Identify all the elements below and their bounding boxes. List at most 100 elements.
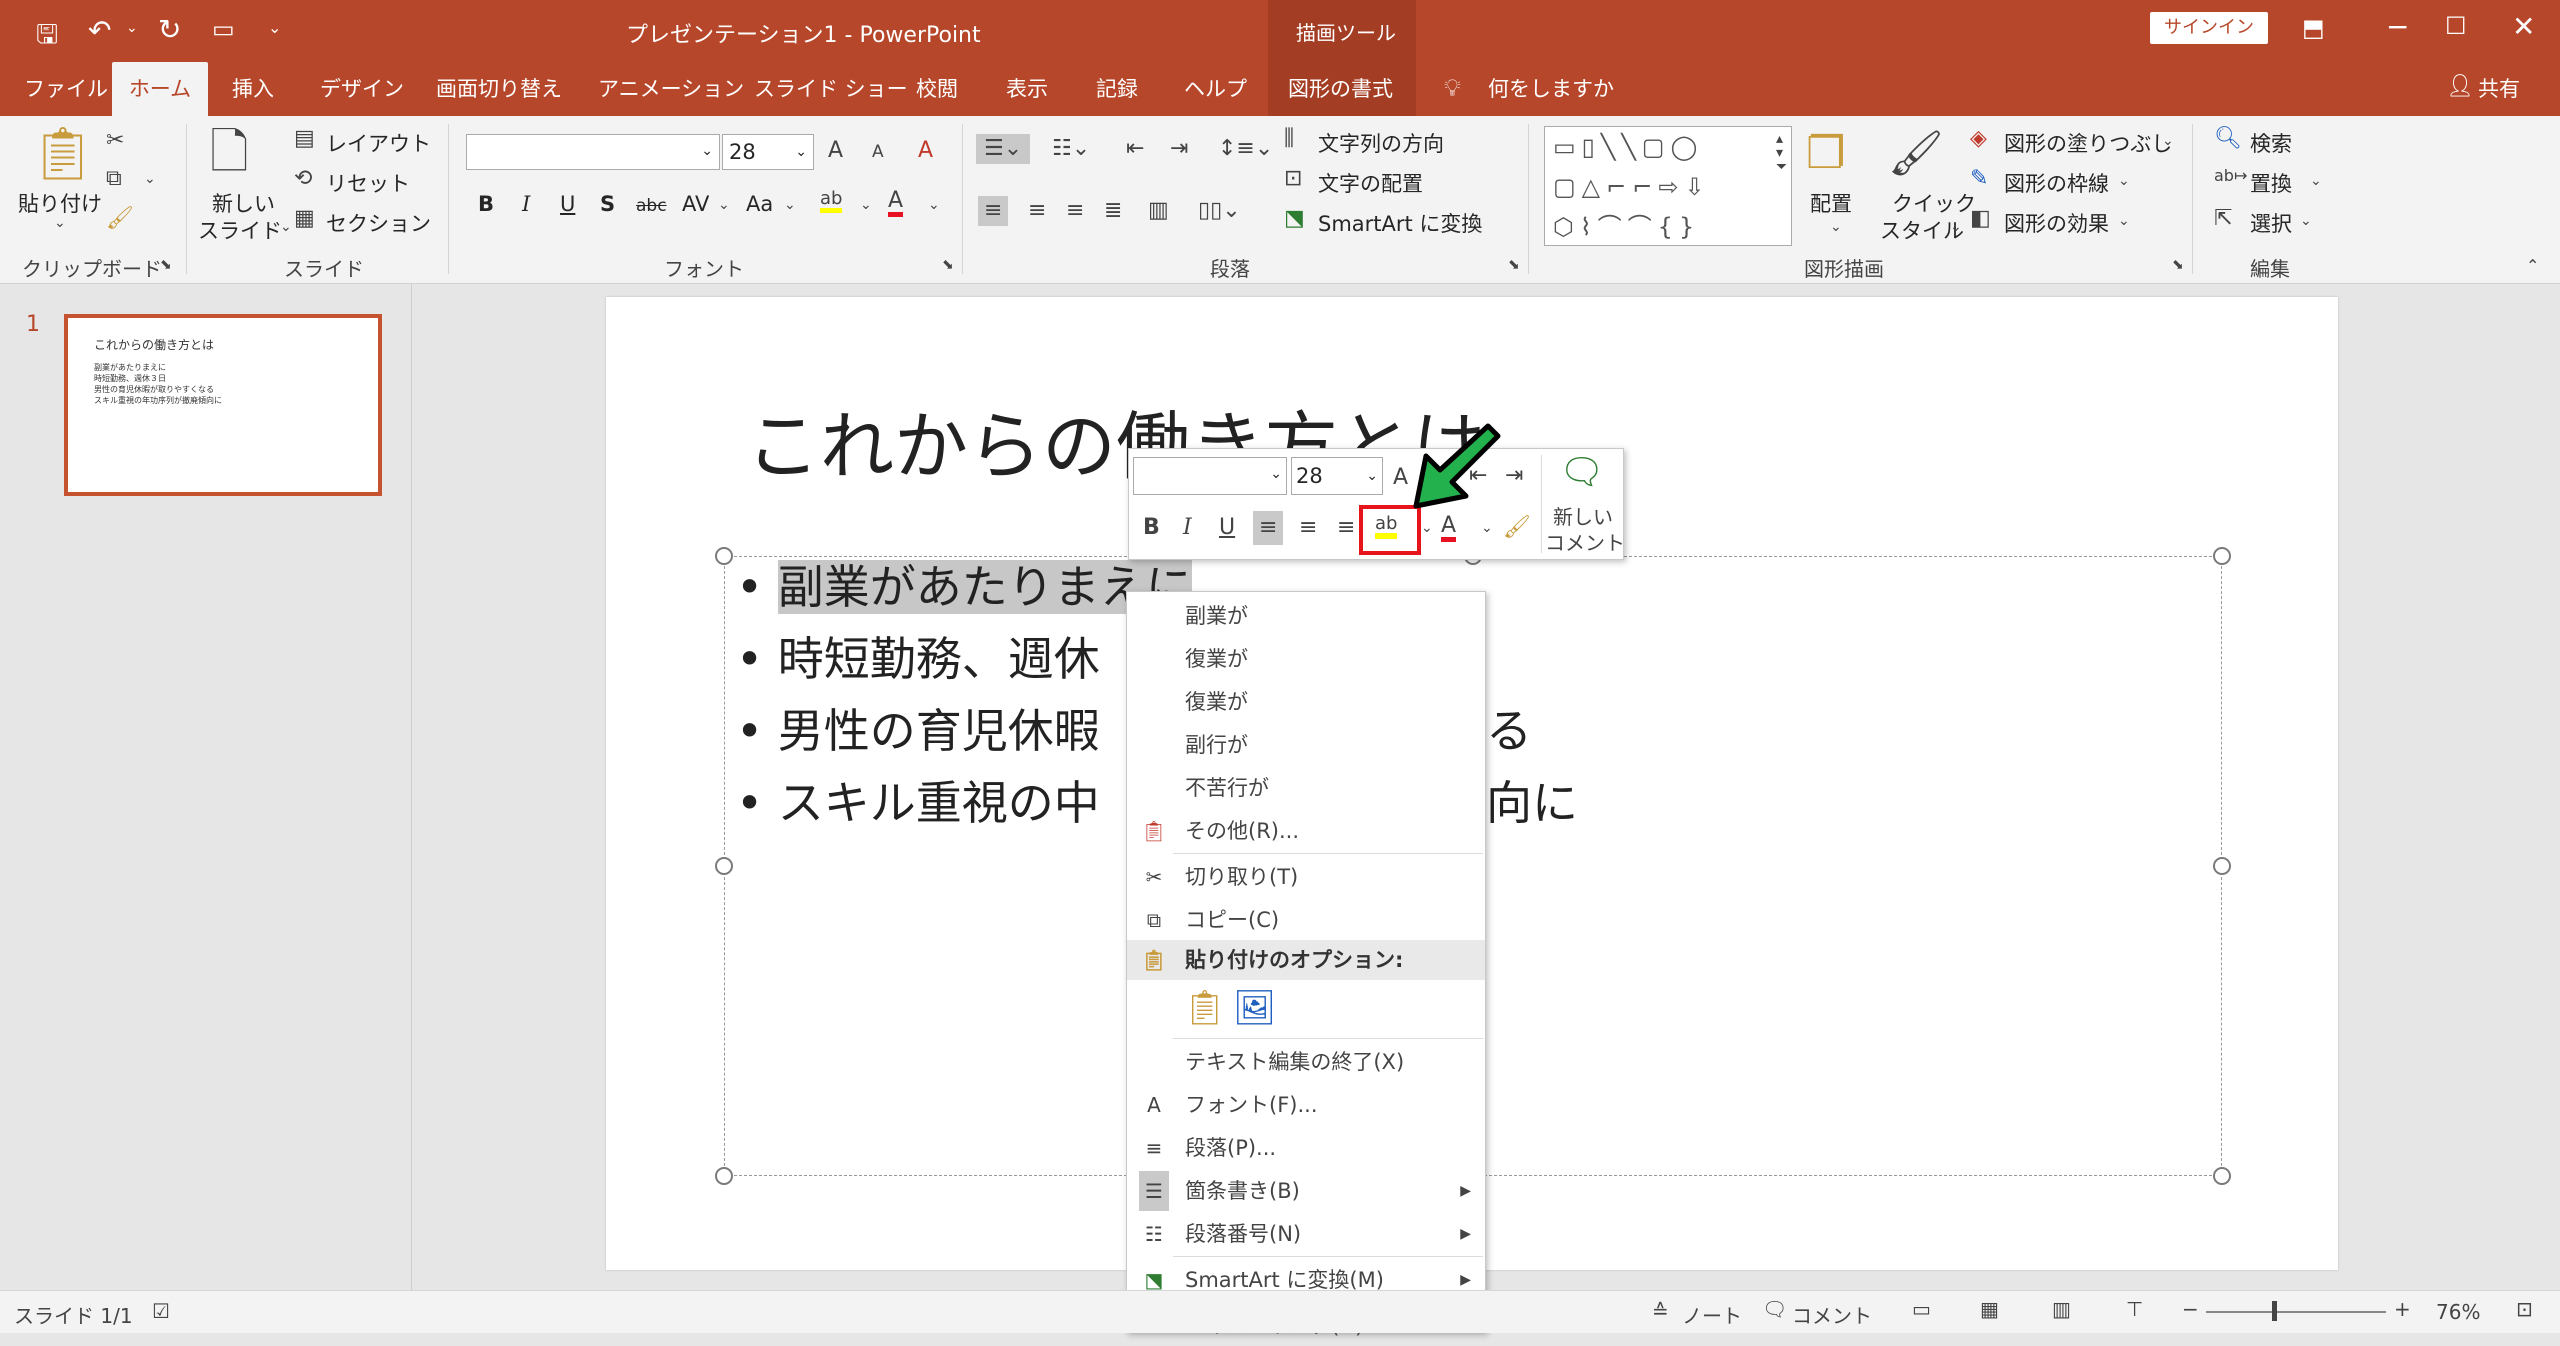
find-button[interactable]: 検索 (2250, 128, 2292, 158)
signin-button[interactable]: サインイン (2150, 12, 2268, 44)
bullet-line[interactable]: • スキル重視の中 (736, 767, 1100, 839)
paragraph-item[interactable]: ≡ 段落(P)... (1127, 1128, 1485, 1168)
dialog-launcher-icon[interactable]: ⬊ (942, 258, 954, 272)
chevron-down-icon[interactable]: ⌄ (2118, 174, 2130, 188)
replace-icon[interactable]: ab↦ (2214, 168, 2247, 184)
zoom-out-icon[interactable]: − (2182, 1297, 2199, 1321)
tab-slideshow[interactable]: スライド ショー (754, 62, 908, 116)
bullets-icon[interactable]: ☰⌄ (976, 134, 1031, 164)
undo-icon[interactable]: ↶ (88, 14, 111, 47)
tab-help[interactable]: ヘルプ (1184, 62, 1247, 116)
notes-icon[interactable]: ≙ (1652, 1299, 1669, 1323)
chevron-down-icon[interactable]: ⌄ (1421, 521, 1433, 535)
new-comment-label-2[interactable]: コメント (1545, 527, 1625, 556)
tab-animations[interactable]: アニメーション (598, 62, 744, 116)
reset-button[interactable]: リセット (326, 168, 410, 198)
shape-effects-button[interactable]: 図形の効果 (2004, 208, 2109, 238)
copy-item[interactable]: ⧉ コピー(C) (1127, 900, 1485, 940)
tab-transitions[interactable]: 画面切り替え (436, 62, 562, 116)
notes-button[interactable]: ノート (1682, 1300, 1742, 1329)
numbering-item[interactable]: ☷ 段落番号(N) ▶ (1127, 1214, 1485, 1254)
select-icon[interactable]: ⇱ (2214, 208, 2232, 230)
cut-icon[interactable]: ✂ (106, 130, 124, 152)
quick-style-label-1[interactable]: クイック (1892, 188, 1976, 218)
fit-to-window-icon[interactable]: ⊡ (2516, 1297, 2533, 1321)
redo-icon[interactable]: ↻ (158, 13, 181, 46)
resize-handle[interactable] (2213, 1167, 2231, 1185)
shadow-button[interactable]: S (600, 192, 615, 216)
dialog-launcher-icon[interactable]: ⬊ (160, 258, 172, 272)
new-comment-icon[interactable]: 🗨︎ (1559, 455, 1605, 491)
paste-picture-icon[interactable]: 🖼︎ (1233, 988, 1276, 1028)
normal-view-icon[interactable]: ▭ (1912, 1297, 1931, 1321)
shape-outline-icon[interactable]: ✎ (1970, 168, 1988, 190)
quick-style-icon[interactable]: 🖌︎ (1888, 132, 1944, 176)
resize-handle[interactable] (2213, 547, 2231, 565)
customize-qat-icon[interactable]: ⌄ (268, 18, 281, 37)
new-slide-label-2[interactable]: スライド (198, 215, 282, 245)
slideshow-view-icon[interactable]: ⊤ (2126, 1297, 2143, 1321)
align-center-icon[interactable]: ≡ (1299, 517, 1317, 539)
present-icon[interactable]: ▭ (212, 15, 235, 43)
increase-indent-icon[interactable]: ⇥ (1505, 465, 1523, 487)
bullet-text[interactable]: 時短勤務、週休 (778, 632, 1100, 686)
text-direction-button[interactable]: 文字列の方向 (1318, 128, 1444, 158)
italic-icon[interactable]: I (1183, 517, 1192, 539)
align-center-icon[interactable]: ≡ (1028, 200, 1046, 222)
paste-label[interactable]: 貼り付け (18, 188, 102, 218)
smartart-icon[interactable]: ⬔ (1284, 208, 1305, 230)
shapes-gallery[interactable]: ▭▯╲╲▢◯ ▢△⌐⌐⇨⇩ ⬡⌇⌒⌒{} (1544, 126, 1792, 246)
collapse-ribbon-icon[interactable]: ⌃ (2526, 258, 2539, 274)
mini-font-name[interactable]: ⌄ (1133, 457, 1287, 495)
grow-font-icon[interactable]: A (1393, 467, 1408, 489)
spelling-suggestion[interactable]: 副業が (1127, 596, 1485, 636)
bullet-line[interactable]: • 時短勤務、週休 (736, 623, 1100, 695)
distribute-icon[interactable]: ▥ (1148, 200, 1169, 222)
layout-icon[interactable]: ▤ (294, 128, 315, 150)
zoom-in-icon[interactable]: + (2394, 1297, 2411, 1321)
bullet-text[interactable]: 男性の育児休暇 (778, 704, 1100, 758)
tab-view[interactable]: 表示 (1006, 62, 1048, 116)
shape-fill-icon[interactable]: ◈ (1970, 128, 1987, 150)
char-spacing-button[interactable]: AV (682, 192, 709, 216)
numbering-icon[interactable]: ☷⌄ (1052, 138, 1090, 160)
chevron-down-icon[interactable]: ⌄ (928, 198, 940, 212)
zoom-slider[interactable] (2206, 1311, 2386, 1313)
line-spacing-icon[interactable]: ↕≡⌄ (1218, 138, 1273, 160)
copy-dropdown-icon[interactable]: ⌄ (144, 172, 156, 186)
reset-icon[interactable]: ⟲ (294, 168, 312, 190)
share-icon[interactable]: 👤︎ (2446, 74, 2474, 99)
align-text-icon[interactable]: ⊡ (1284, 168, 1302, 190)
strikethrough-button[interactable]: abc (636, 196, 667, 216)
resize-handle[interactable] (715, 857, 733, 875)
convert-smartart-button[interactable]: SmartArt に変換 (1318, 208, 1482, 238)
underline-button[interactable]: U (560, 192, 575, 216)
undo-dropdown-icon[interactable]: ⌄ (126, 20, 138, 36)
decrease-indent-icon[interactable]: ⇤ (1126, 138, 1144, 160)
spelling-suggestion[interactable]: 復業が (1127, 639, 1485, 679)
layout-button[interactable]: レイアウト (326, 128, 431, 158)
chevron-down-icon[interactable]: ⌄ (1830, 220, 1842, 234)
comments-icon[interactable]: 🗨︎ (1762, 1297, 1787, 1321)
chevron-down-icon[interactable]: ⌄ (860, 198, 872, 212)
accessibility-icon[interactable]: ☑ (152, 1299, 170, 1323)
new-comment-label-1[interactable]: 新しい (1553, 501, 1613, 530)
replace-button[interactable]: 置換 (2250, 168, 2292, 198)
chevron-down-icon[interactable]: ⌄ (2310, 174, 2322, 188)
cut-item[interactable]: ✂ 切り取り(T) (1127, 857, 1485, 897)
font-size-combobox[interactable]: 28 ⌄ (722, 134, 814, 170)
spelling-suggestion[interactable]: 不苦行が (1127, 768, 1485, 808)
dialog-launcher-icon[interactable]: ⬊ (1508, 258, 1520, 272)
section-button[interactable]: セクション (326, 208, 431, 238)
increase-indent-icon[interactable]: ⇥ (1170, 138, 1188, 160)
clear-format-icon[interactable]: A (918, 140, 933, 162)
paste-dropdown-icon[interactable]: ⌄ (54, 216, 66, 230)
align-right-icon[interactable]: ≡ (1066, 200, 1084, 222)
resize-handle[interactable] (715, 1167, 733, 1185)
slide-thumbnail[interactable]: これからの働き方とは 副業があたりまえに 時短勤務、週休３日 男性の育児休暇が取… (64, 314, 382, 496)
bullet-line[interactable]: • 副業があたりまえに (736, 551, 1192, 623)
shrink-font-icon[interactable]: A (872, 144, 884, 161)
mini-font-size[interactable]: 28 ⌄ (1291, 457, 1383, 495)
shape-outline-button[interactable]: 図形の枠線 (2004, 168, 2109, 198)
change-case-button[interactable]: Aa (746, 192, 773, 216)
